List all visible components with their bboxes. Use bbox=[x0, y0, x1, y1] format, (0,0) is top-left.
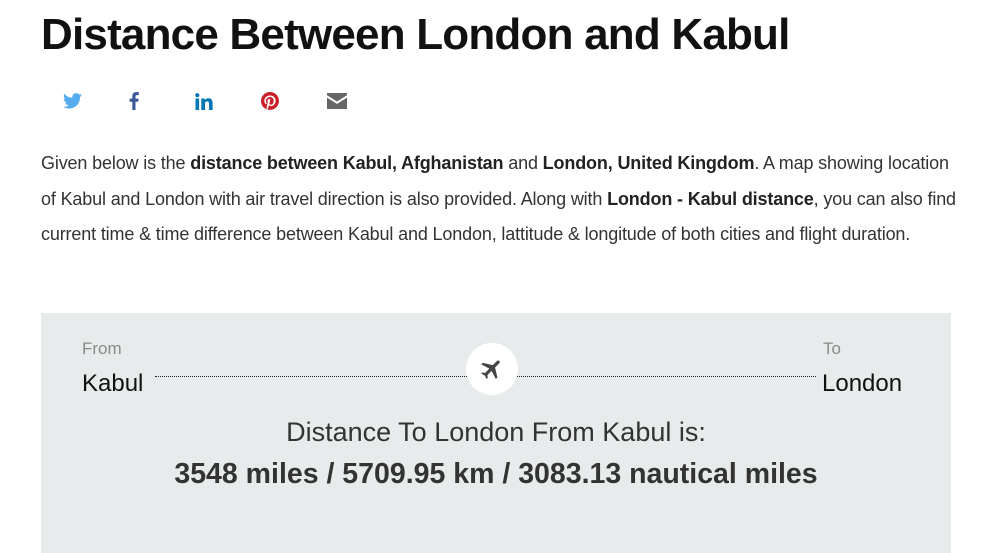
distance-panel: From To Kabul London Distance To London … bbox=[41, 313, 951, 553]
facebook-share-button[interactable] bbox=[129, 90, 195, 112]
pinterest-share-button[interactable] bbox=[261, 90, 327, 112]
page-title: Distance Between London and Kabul bbox=[41, 10, 790, 59]
distance-values: 3548 miles / 5709.95 km / 3083.13 nautic… bbox=[174, 458, 818, 490]
linkedin-icon bbox=[195, 92, 213, 110]
from-city: Kabul bbox=[82, 370, 144, 397]
intro-bold-route: London - Kabul distance bbox=[607, 188, 814, 209]
intro-text-2: and bbox=[503, 153, 543, 173]
intro-bold-distance: distance between Kabul, Afghanistan bbox=[190, 153, 504, 173]
twitter-share-button[interactable] bbox=[63, 90, 129, 112]
route-line-left bbox=[155, 376, 467, 377]
email-share-button[interactable] bbox=[327, 90, 393, 112]
intro-text-1: Given below is the bbox=[41, 153, 191, 173]
to-label: To bbox=[823, 339, 841, 358]
airplane-icon bbox=[481, 360, 500, 379]
intro-bold-london: London, United Kingdom bbox=[542, 153, 755, 173]
twitter-icon bbox=[63, 93, 82, 109]
linkedin-share-button[interactable] bbox=[195, 90, 261, 112]
to-city: London bbox=[822, 370, 903, 397]
airplane-badge bbox=[466, 343, 518, 395]
route-line-right bbox=[517, 376, 816, 377]
from-label: From bbox=[82, 339, 122, 358]
pinterest-icon bbox=[261, 92, 279, 110]
share-bar bbox=[63, 90, 393, 112]
facebook-icon bbox=[129, 92, 139, 110]
intro-paragraph: Given below is the distance between Kabu… bbox=[41, 146, 961, 253]
email-icon bbox=[327, 93, 347, 109]
distance-heading: Distance To London From Kabul is: bbox=[286, 417, 706, 447]
